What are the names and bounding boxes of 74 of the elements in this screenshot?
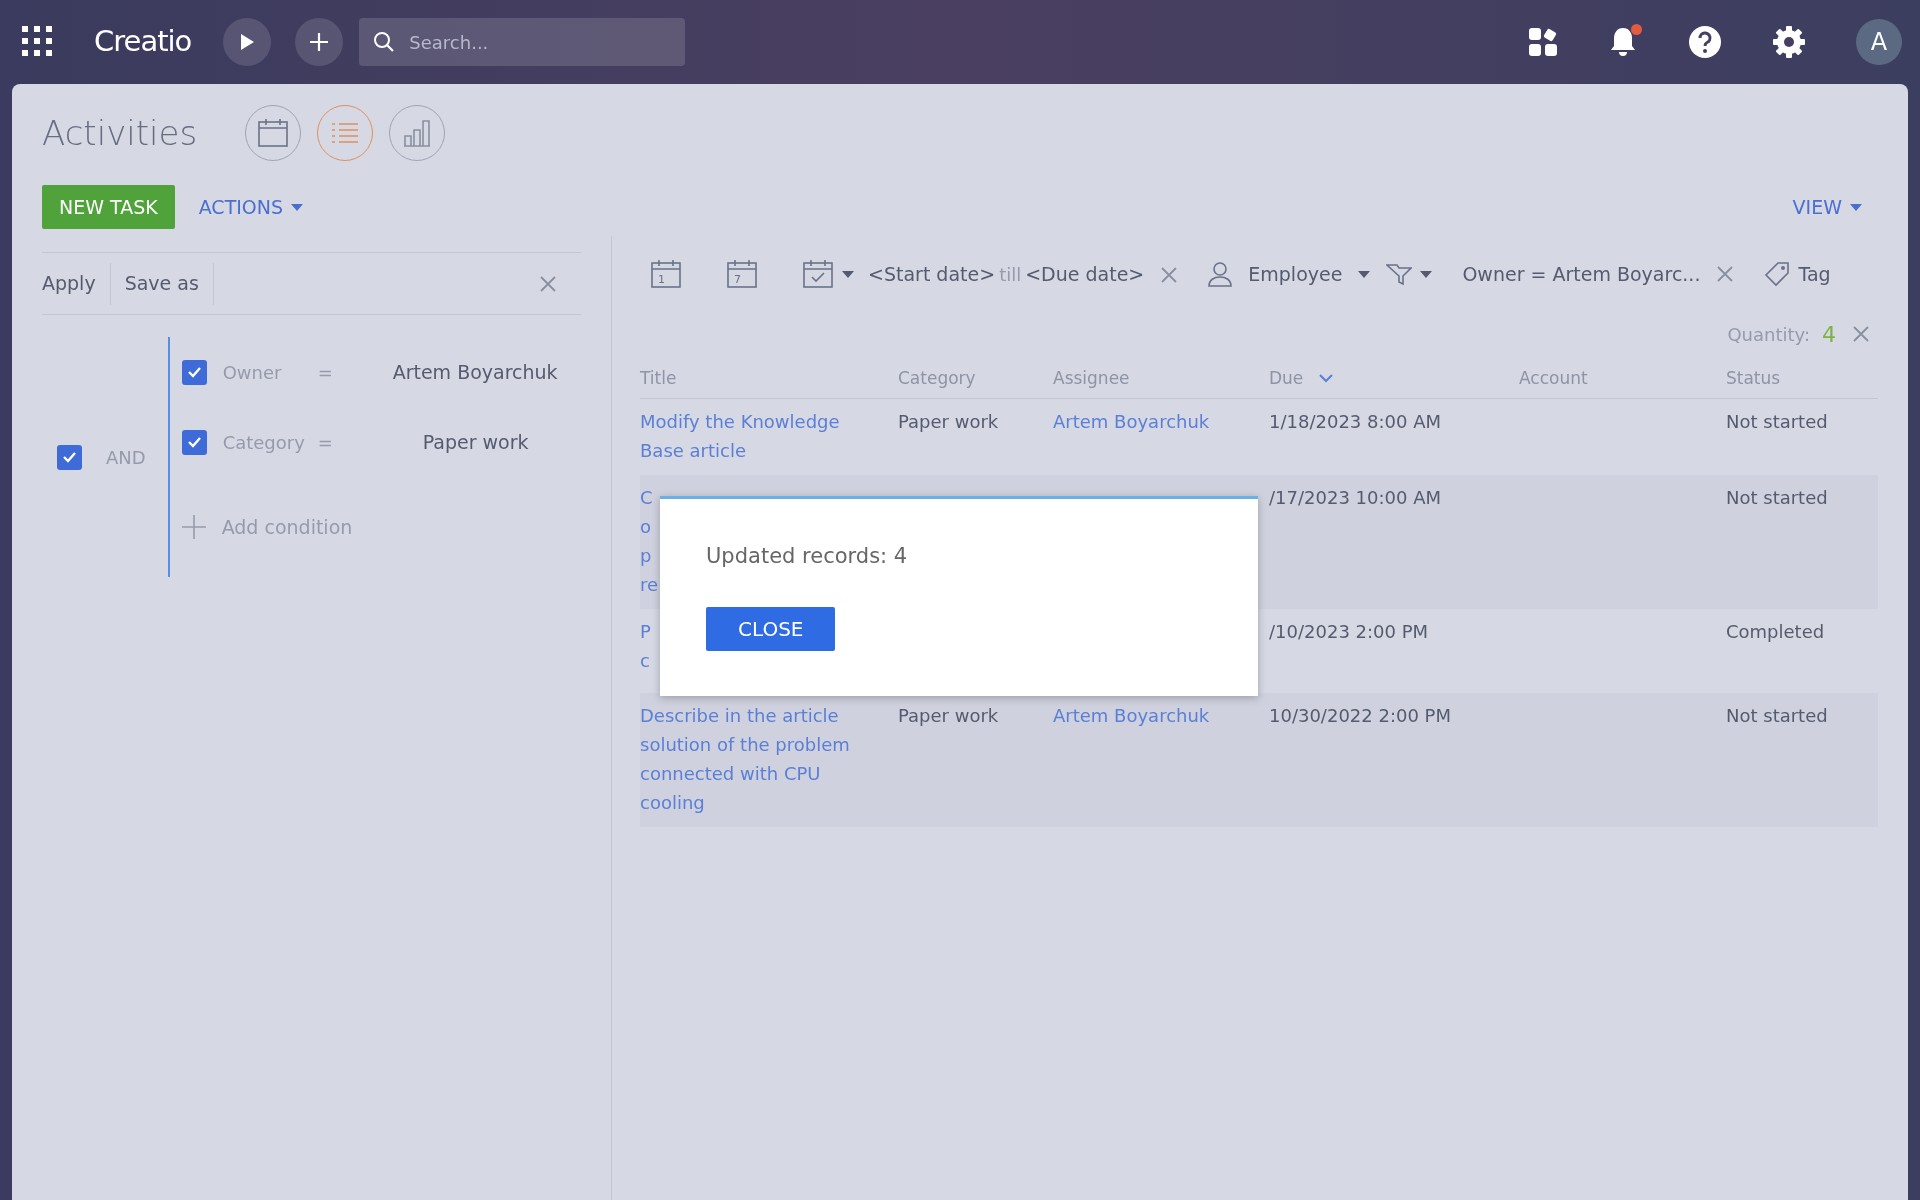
column-header[interactable]: Assignee [1053,366,1130,392]
caret-icon [291,203,304,211]
assignee-link[interactable]: Artem Boyarchuk [1053,704,1210,726]
close-button[interactable]: CLOSE [706,606,836,651]
table-cell: 10/30/2022 2:00 PM [1269,704,1451,726]
tag-icon [1764,261,1791,287]
view-menu[interactable]: VIEW [1792,192,1862,222]
condition-operator[interactable]: = [317,358,393,386]
table-cell: Completed [1726,620,1825,642]
help-icon[interactable] [1688,25,1722,59]
save-as-button[interactable]: Save as [110,259,213,308]
activity-title-link[interactable]: Modify the Knowledge Base article [640,406,840,465]
start-date-field[interactable]: <Start date> [868,259,996,289]
column-header[interactable]: Title [640,366,677,392]
column-header[interactable]: Status [1726,366,1781,392]
condition-field[interactable]: Owner [222,358,318,386]
column-header[interactable]: Due [1269,366,1334,392]
sort-icon[interactable] [1319,374,1334,384]
condition-value[interactable]: Paper work [422,427,529,457]
new-task-button[interactable]: NEW TASK [42,185,175,229]
calendar-icon [257,118,290,148]
add-button[interactable] [295,18,344,66]
logo[interactable]: Creatio [94,20,192,64]
apply-button[interactable]: Apply [42,259,110,308]
activity-title-link[interactable]: P c [640,616,651,675]
list-icon [331,121,360,145]
tag-button[interactable]: Tag [1758,259,1837,289]
check-icon [186,366,202,378]
condition-operator[interactable]: = [317,428,423,456]
checkbox[interactable] [181,429,207,455]
range-separator: till [999,262,1022,287]
quantity-value: 4 [1822,320,1836,349]
activity-title-link[interactable]: C o p re [640,482,659,599]
user-avatar[interactable]: A [1856,19,1902,65]
logic-operator[interactable]: AND [106,443,146,471]
table-cell: Not started [1726,486,1828,508]
table-cell: Paper work [898,704,999,726]
quantity-label: Quantity: [1727,322,1810,347]
employee-filter[interactable]: Employee [1202,259,1377,289]
check-icon [186,436,202,448]
run-process-button[interactable] [223,18,272,66]
condition-field[interactable]: Category [222,428,318,456]
column-header[interactable]: Account [1519,366,1588,392]
table-cell: 1/18/2023 8:00 AM [1269,410,1441,432]
bar-chart-icon [403,119,432,147]
plus-icon [309,32,330,52]
checkbox[interactable] [57,444,82,470]
caret-icon [1420,270,1433,278]
due-date-field[interactable]: <Due date> [1025,259,1145,289]
app-menu-icon[interactable] [22,26,54,58]
caret-icon [842,270,854,278]
assignee-link[interactable]: Artem Boyarchuk [1053,410,1210,432]
search-icon [373,31,396,53]
owner-filter-tag[interactable]: Owner = Artem Boyarc... [1462,259,1701,289]
caret-icon [1850,203,1862,211]
person-icon [1208,261,1233,287]
actions-menu[interactable]: ACTIONS [198,192,304,222]
dialog-message: Updated records: 4 [706,543,909,570]
caret-icon [1358,270,1371,278]
table-cell: /10/2023 2:00 PM [1269,620,1429,642]
settings-icon[interactable] [1772,25,1806,59]
apps-icon[interactable] [1528,27,1558,57]
condition-value[interactable]: Artem Boyarchuk [392,357,558,387]
play-icon [239,33,256,51]
table-cell: /17/2023 10:00 AM [1269,486,1441,508]
checkbox[interactable] [181,359,207,385]
table-cell: Not started [1726,704,1828,726]
check-icon [62,451,77,463]
page-title: Activities [42,111,198,155]
table-cell: Not started [1726,410,1828,432]
add-condition-button[interactable]: Add condition [181,512,353,542]
plus-icon [181,515,206,539]
column-header[interactable]: Category [898,366,976,392]
table-cell: Paper work [898,410,999,432]
